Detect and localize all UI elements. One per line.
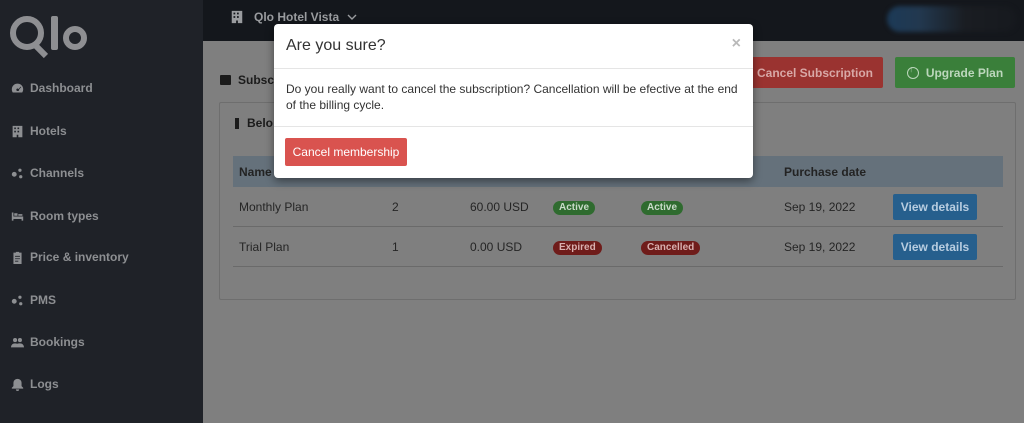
cancel-membership-button[interactable]: Cancel membership bbox=[285, 138, 407, 166]
purchase-date: Sep 19, 2022 bbox=[784, 240, 856, 254]
dialog-title: Are you sure? bbox=[286, 37, 386, 54]
panel-title: Belo bbox=[235, 116, 273, 130]
info-icon bbox=[235, 117, 239, 129]
cancel-subscription-button[interactable]: Cancel Subscription bbox=[747, 57, 883, 88]
plan-name: Monthly Plan bbox=[239, 200, 309, 214]
plan-quantity: 2 bbox=[392, 200, 399, 214]
user-menu[interactable] bbox=[887, 6, 1017, 32]
sidebar-item-label: PMS bbox=[30, 293, 57, 307]
sidebar-item-room-types[interactable]: Room types bbox=[10, 205, 99, 227]
sidebar-item-pms[interactable]: PMS bbox=[10, 289, 56, 311]
qlo-logo[interactable] bbox=[10, 14, 88, 54]
channels-icon bbox=[10, 166, 24, 180]
payment-status-badge: Active bbox=[641, 201, 684, 215]
sidebar-item-price-inventory[interactable]: Price & inventory bbox=[10, 246, 129, 268]
clipboard-icon bbox=[10, 250, 24, 264]
sidebar-item-dashboard[interactable]: Dashboard bbox=[10, 77, 93, 99]
sidebar-item-bookings[interactable]: Bookings bbox=[10, 331, 85, 353]
payment-status-badge: Cancelled bbox=[641, 241, 701, 255]
hotel-name: Qlo Hotel Vista bbox=[254, 10, 340, 24]
column-header-name: Name bbox=[239, 165, 272, 179]
dialog-footer: Cancel membership bbox=[274, 126, 753, 178]
pms-icon bbox=[10, 293, 24, 307]
users-icon bbox=[10, 335, 24, 349]
plan-quantity: 1 bbox=[392, 240, 399, 254]
table-row: Trial Plan 1 0.00 USD Expired Cancelled … bbox=[233, 227, 1003, 267]
plan-name: Trial Plan bbox=[239, 240, 290, 254]
close-icon[interactable]: × bbox=[732, 35, 741, 53]
view-details-button[interactable]: View details bbox=[893, 234, 977, 260]
sidebar-item-label: Hotels bbox=[30, 124, 67, 138]
sidebar-item-label: Room types bbox=[30, 209, 99, 223]
bed-icon bbox=[10, 209, 24, 223]
section-heading: Subscr bbox=[220, 73, 279, 87]
status-badge: Expired bbox=[553, 241, 602, 255]
dashboard-icon bbox=[10, 81, 24, 95]
dialog-message: Do you really want to cancel the subscri… bbox=[286, 82, 738, 112]
table-row: Monthly Plan 2 60.00 USD Active Active S… bbox=[233, 187, 1003, 227]
bell-icon bbox=[10, 377, 24, 391]
column-header-purchase-date: Purchase date bbox=[784, 165, 867, 179]
sidebar-item-channels[interactable]: Channels bbox=[10, 162, 84, 184]
hotel-selector[interactable]: Qlo Hotel Vista bbox=[230, 10, 357, 24]
plan-price: 0.00 USD bbox=[470, 240, 523, 254]
chevron-down-icon bbox=[347, 14, 357, 20]
arrow-up-circle-icon bbox=[906, 64, 919, 79]
sidebar-item-label: Logs bbox=[30, 377, 59, 391]
view-details-button[interactable]: View details bbox=[893, 194, 977, 220]
sidebar-item-label: Dashboard bbox=[30, 81, 93, 95]
sidebar-item-label: Price & inventory bbox=[30, 250, 129, 264]
sidebar-item-label: Channels bbox=[30, 166, 85, 180]
plan-price: 60.00 USD bbox=[470, 200, 529, 214]
purchase-date: Sep 19, 2022 bbox=[784, 200, 856, 214]
sidebar-item-hotels[interactable]: Hotels bbox=[10, 120, 67, 142]
status-badge: Active bbox=[553, 201, 596, 215]
building-icon bbox=[231, 10, 243, 24]
building-icon bbox=[10, 124, 24, 138]
upgrade-plan-button[interactable]: Upgrade Plan bbox=[895, 57, 1015, 88]
sidebar: Dashboard Hotels Channels Room types Pri… bbox=[0, 0, 203, 423]
confirm-dialog: Are you sure? × Do you really want to ca… bbox=[274, 24, 753, 178]
briefcase-icon bbox=[220, 75, 231, 85]
dialog-header: Are you sure? × bbox=[274, 24, 753, 69]
sidebar-item-label: Bookings bbox=[30, 335, 85, 349]
sidebar-item-logs[interactable]: Logs bbox=[10, 373, 59, 395]
